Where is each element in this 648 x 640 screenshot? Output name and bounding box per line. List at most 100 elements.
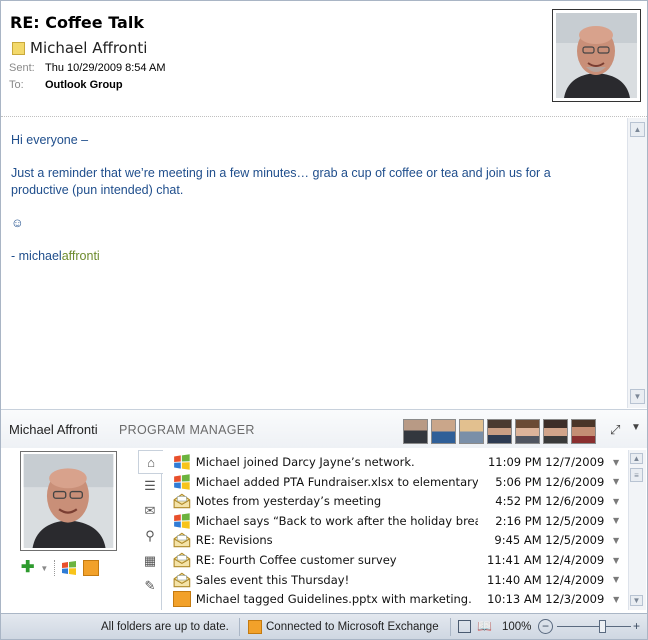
activity-tabs: ⌂ ☰ ✉ ⚲ ▦ ✎ [138, 450, 163, 610]
message-header: RE: Coffee Talk Michael Affronti Sent: Th… [1, 1, 647, 117]
scroll-up-icon[interactable]: ▲ [630, 453, 643, 464]
social-network-icon[interactable] [83, 560, 100, 576]
recipient-thumbnail[interactable] [403, 419, 428, 444]
reading-view-icon[interactable]: 📖 [477, 619, 492, 633]
social-network-icon [173, 591, 191, 608]
reading-pane-window: RE: Coffee Talk Michael Affronti Sent: Th… [0, 0, 648, 640]
activity-item-time: 4:52 PM 12/6/2009 [495, 494, 605, 509]
recipient-thumbnail[interactable] [543, 419, 568, 444]
chevron-down-icon[interactable]: ▼ [604, 575, 628, 584]
activity-item-time: 11:40 AM 12/4/2009 [487, 572, 605, 587]
chevron-down-icon[interactable]: ▼ [604, 595, 628, 604]
zoom-in-icon[interactable]: + [633, 619, 640, 633]
activity-item[interactable]: Michael tagged Guidelines.pptx with mark… [166, 589, 628, 609]
activity-item[interactable]: Notes from yesterday’s meeting 4:52 PM 12… [166, 491, 628, 511]
zoom-level[interactable]: 100% [502, 621, 531, 633]
sent-value: Thu 10/29/2009 8:54 AM [45, 62, 166, 74]
status-bar: All folders are up to date. Connected to… [1, 613, 647, 639]
contact-actions: ✚ ▼ [21, 560, 100, 576]
activity-item[interactable]: Sales event this Thursday! 11:40 AM 12/4/… [166, 570, 628, 590]
body-signature: - michaelaffronti [11, 248, 617, 265]
exchange-icon [248, 620, 262, 634]
tab-activities[interactable]: ☰ [138, 474, 162, 498]
body-smiley: ☺ [11, 216, 24, 230]
tab-mail[interactable]: ✉ [138, 499, 162, 523]
message-body: Hi everyone – Just a reminder that we’re… [1, 118, 627, 408]
activity-item-text[interactable]: Sales event this Thursday! [196, 573, 478, 587]
chevron-down-icon[interactable]: ▼ [631, 422, 641, 433]
to-value[interactable]: Outlook Group [45, 79, 123, 91]
activity-item-text[interactable]: Michael added PTA Fundraiser.xlsx to ele… [196, 475, 478, 489]
signature-first: - michael [11, 249, 62, 263]
windows-live-icon [174, 473, 190, 490]
add-contact-icon[interactable]: ✚ [21, 560, 34, 576]
message-subject: RE: Coffee Talk [10, 13, 144, 32]
recipient-thumbnail[interactable] [431, 419, 456, 444]
zoom-slider-thumb[interactable] [599, 620, 606, 633]
activity-item[interactable]: RE: Revisions 9:45 AM 12/5/2009 ▼ [166, 530, 628, 550]
activity-item[interactable]: RE: Fourth Coffee customer survey 11:41 A… [166, 550, 628, 570]
chevron-down-icon[interactable]: ▼ [604, 477, 628, 486]
sender-photo[interactable] [552, 9, 641, 102]
connection-status[interactable]: Connected to Microsoft Exchange [266, 621, 439, 633]
divider [239, 618, 240, 636]
zoom-slider[interactable] [557, 626, 631, 627]
scroll-up-icon[interactable]: ▲ [630, 122, 645, 137]
mail-read-icon [173, 533, 191, 548]
people-pane-title: PROGRAM MANAGER [119, 423, 255, 437]
sent-row: Sent: Thu 10/29/2009 8:54 AM [9, 62, 165, 74]
recipient-thumbnail[interactable] [459, 419, 484, 444]
recipient-thumbnail[interactable] [571, 419, 596, 444]
contact-photo[interactable] [20, 451, 117, 551]
sent-label: Sent: [9, 62, 35, 74]
chevron-down-icon[interactable]: ▼ [604, 536, 628, 545]
activity-item[interactable]: Michael joined Darcy Jayne’s network. 11:… [166, 452, 628, 472]
scroll-down-icon[interactable]: ▼ [630, 389, 645, 404]
activity-item-time: 2:16 PM 12/5/2009 [495, 513, 605, 528]
people-pane-name: Michael Affronti [9, 422, 98, 437]
activity-item-text[interactable]: Michael joined Darcy Jayne’s network. [196, 455, 478, 469]
chevron-down-icon[interactable]: ▼ [604, 516, 628, 525]
recipient-thumbnail[interactable] [515, 419, 540, 444]
activity-item-text[interactable]: Michael says “Back to work after the hol… [196, 514, 478, 528]
body-greeting: Hi everyone – [11, 133, 89, 147]
recipient-thumbnail[interactable] [487, 419, 512, 444]
activity-item-text[interactable]: RE: Revisions [196, 533, 478, 547]
feed-scrollbar[interactable]: ▲ ≡ ▼ [628, 450, 646, 610]
recipient-thumbnails [403, 419, 596, 444]
chevron-down-icon[interactable]: ▼ [604, 556, 628, 565]
people-pane: Michael Affronti PROGRAM MANAGER ⤢ ▼ ✚ ▼… [1, 409, 647, 611]
activity-item-time: 11:09 PM 12/7/2009 [487, 455, 605, 469]
activity-feed: Michael joined Darcy Jayne’s network. 11:… [166, 452, 628, 610]
expand-icon[interactable]: ⤢ [610, 422, 620, 438]
activity-item-text[interactable]: RE: Fourth Coffee customer survey [196, 553, 478, 567]
to-label: To: [9, 79, 24, 91]
windows-live-icon [174, 513, 190, 529]
divider [54, 560, 56, 576]
activity-item-text[interactable]: Michael tagged Guidelines.pptx with mark… [196, 592, 478, 606]
activity-item[interactable]: Michael added PTA Fundraiser.xlsx to ele… [166, 472, 628, 492]
zoom-out-icon[interactable]: − [538, 619, 553, 634]
presence-icon [12, 41, 25, 55]
scroll-thumb[interactable]: ≡ [630, 468, 643, 482]
tab-attachments[interactable]: ⚲ [138, 524, 162, 548]
to-row: To: Outlook Group [9, 79, 123, 91]
activity-item-text[interactable]: Notes from yesterday’s meeting [196, 494, 478, 508]
activity-item-time: 9:45 AM 12/5/2009 [494, 533, 605, 548]
body-paragraph: Just a reminder that we’re meeting in a … [11, 166, 551, 197]
chevron-down-icon[interactable]: ▼ [604, 458, 628, 467]
sender-row: Michael Affronti [12, 39, 147, 57]
scroll-down-icon[interactable]: ▼ [630, 595, 643, 606]
mail-read-icon [173, 552, 191, 568]
normal-view-icon[interactable] [458, 620, 471, 633]
chevron-down-icon[interactable]: ▼ [40, 564, 48, 573]
tab-all-items[interactable]: ⌂ [138, 450, 163, 474]
chevron-down-icon[interactable]: ▼ [604, 497, 628, 506]
sync-status: All folders are up to date. [101, 621, 229, 633]
sender-name[interactable]: Michael Affronti [30, 39, 147, 57]
tab-status-updates[interactable]: ✎ [138, 574, 162, 598]
windows-live-icon[interactable] [61, 561, 77, 575]
body-scrollbar[interactable]: ▲ ▼ [627, 118, 647, 408]
tab-meetings[interactable]: ▦ [138, 549, 162, 573]
activity-item[interactable]: Michael says “Back to work after the hol… [166, 511, 628, 531]
